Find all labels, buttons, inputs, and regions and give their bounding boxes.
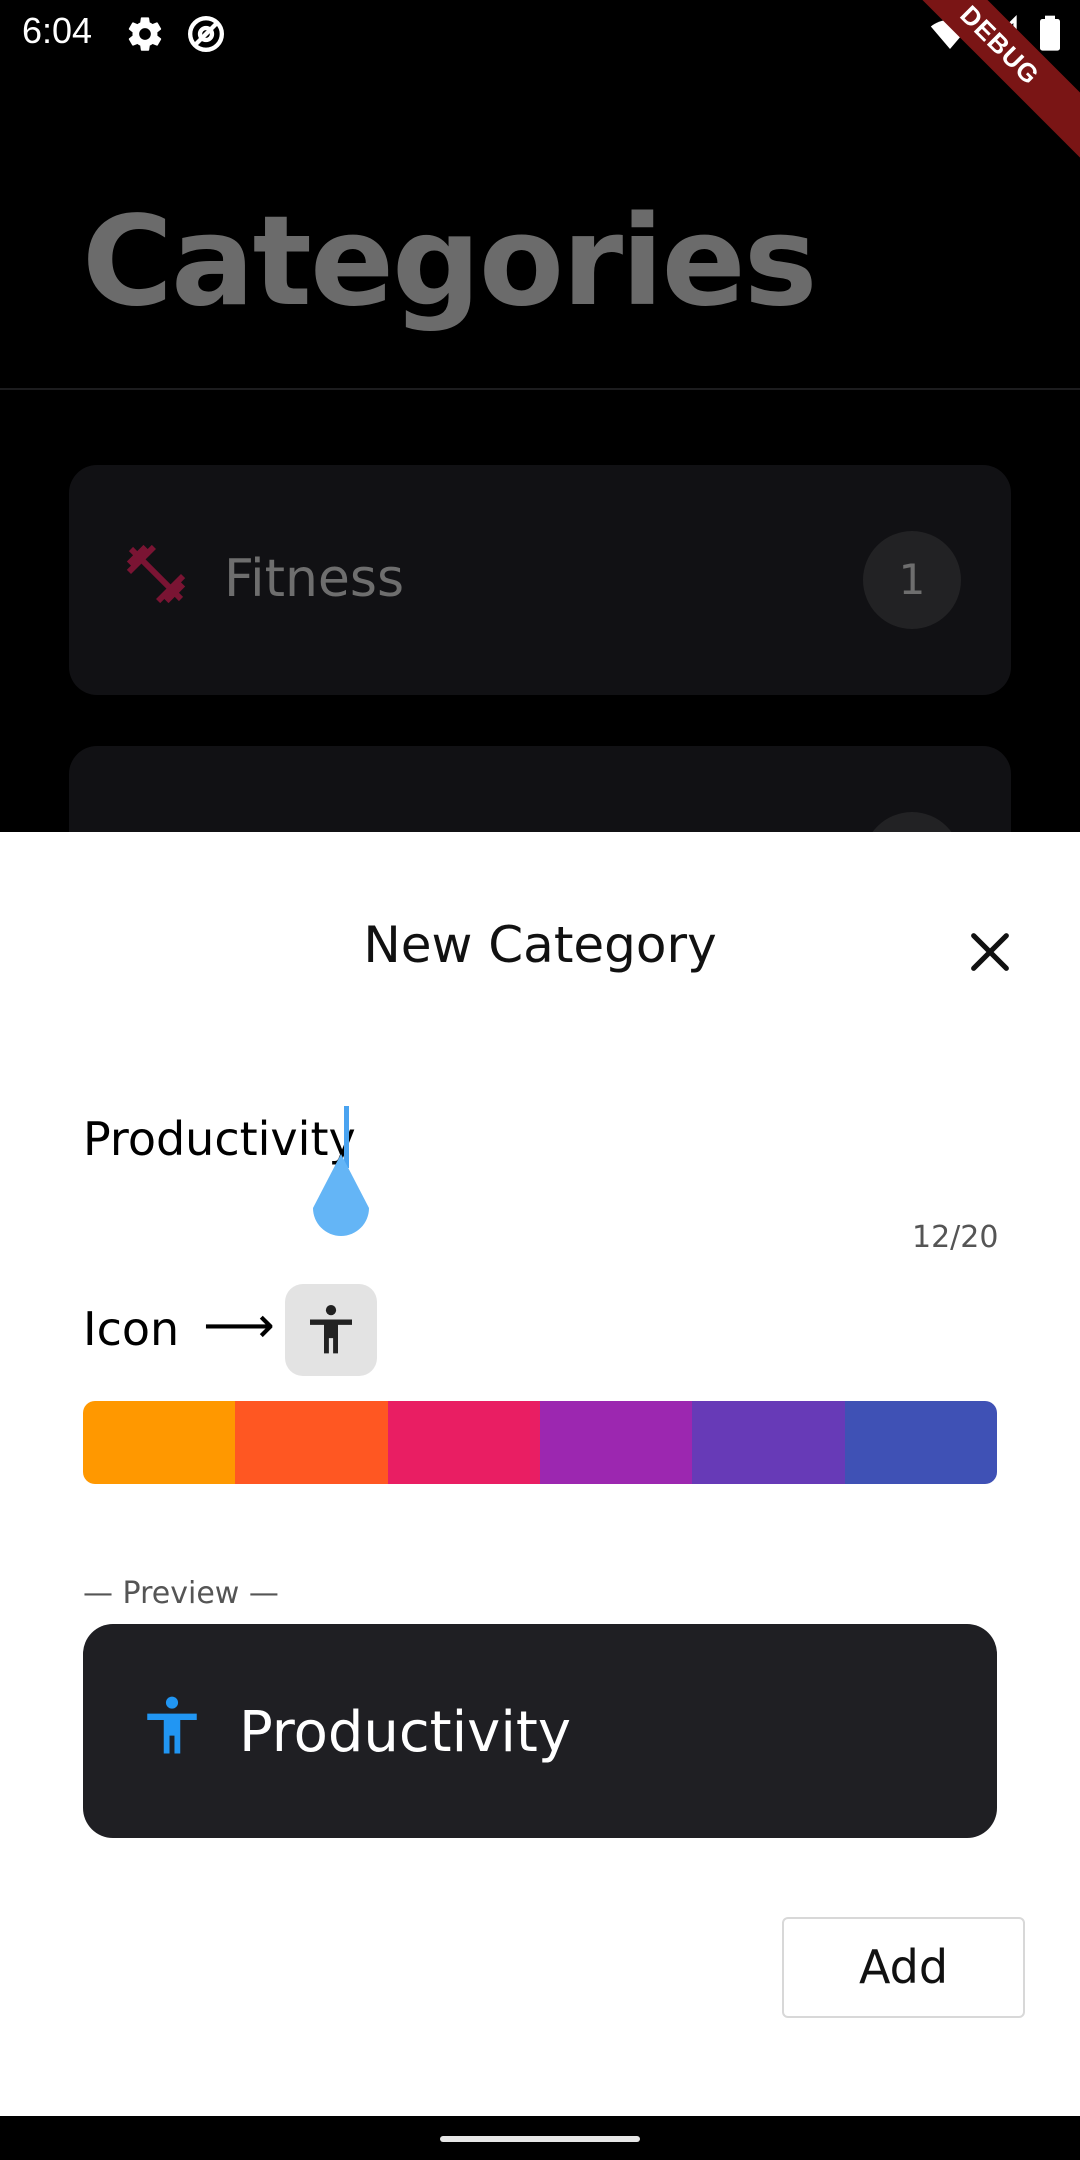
home-gesture-handle[interactable] bbox=[440, 2136, 640, 2142]
preview-card: Productivity bbox=[83, 1624, 997, 1838]
dumbbell-icon bbox=[126, 544, 186, 604]
category-name-input[interactable]: Productivity bbox=[83, 1106, 998, 1236]
color-swatch-deep-purple[interactable] bbox=[692, 1401, 845, 1484]
sheet-title: New Category bbox=[363, 916, 717, 974]
divider bbox=[0, 388, 1080, 390]
arrow-right-icon: ⟶ bbox=[203, 1296, 275, 1354]
accessibility-icon bbox=[147, 1696, 197, 1754]
settings-icon bbox=[128, 17, 162, 51]
close-icon[interactable] bbox=[962, 924, 1018, 980]
color-palette bbox=[83, 1401, 997, 1484]
color-swatch-purple[interactable] bbox=[539, 1401, 693, 1484]
icon-picker-button[interactable] bbox=[285, 1284, 377, 1376]
color-swatch-orange[interactable] bbox=[83, 1401, 236, 1484]
category-label: Fitness bbox=[224, 549, 405, 609]
char-counter: 12/20 bbox=[912, 1220, 999, 1255]
icon-label: Icon bbox=[83, 1302, 180, 1356]
cursor-handle-icon[interactable] bbox=[311, 1154, 371, 1238]
status-time: 6:04 bbox=[22, 10, 93, 51]
navigation-bar bbox=[0, 2116, 1080, 2160]
status-bar: 6:04 DEBUG bbox=[0, 0, 1080, 168]
new-category-sheet: New Category Productivity 12/20 Icon ⟶ —… bbox=[0, 832, 1080, 2116]
category-count-badge: 1 bbox=[863, 531, 961, 629]
accessibility-icon bbox=[310, 1305, 352, 1354]
preview-label: — Preview — bbox=[83, 1576, 279, 1611]
add-button[interactable]: Add bbox=[782, 1917, 1025, 2018]
color-swatch-pink[interactable] bbox=[387, 1401, 540, 1484]
category-card[interactable]: Fitness 1 bbox=[69, 465, 1011, 695]
at-sign-icon bbox=[188, 16, 224, 52]
icon-selector-row: Icon ⟶ bbox=[83, 1274, 683, 1384]
page-title: Categories bbox=[82, 190, 818, 334]
color-swatch-deep-orange[interactable] bbox=[235, 1401, 388, 1484]
color-swatch-indigo[interactable] bbox=[844, 1401, 997, 1484]
preview-name: Productivity bbox=[239, 1700, 571, 1765]
